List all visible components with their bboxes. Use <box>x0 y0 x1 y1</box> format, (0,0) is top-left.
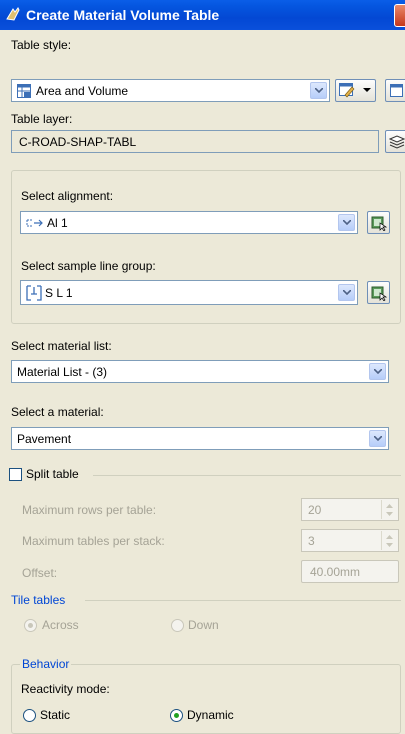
window-title: Create Material Volume Table <box>26 7 220 23</box>
behavior-groupbox <box>11 664 401 734</box>
title-bar: Create Material Volume Table <box>0 0 405 30</box>
split-table-checkbox[interactable] <box>9 468 22 481</box>
table-layer-field: C-ROAD-SHAP-TABL <box>11 130 379 153</box>
pick-from-drawing-icon <box>371 216 387 231</box>
max-tables-spinner[interactable]: 3 <box>301 529 399 552</box>
sample-line-group-pick-button[interactable] <box>367 281 390 304</box>
offset-value: 40.00mm <box>310 565 361 579</box>
offset-field[interactable]: 40.00mm <box>301 560 399 583</box>
static-label: Static <box>40 708 71 722</box>
table-layer-button[interactable] <box>385 130 405 153</box>
alignment-value: Al 1 <box>47 216 68 230</box>
material-value: Pavement <box>17 432 72 446</box>
max-rows-value: 20 <box>308 503 322 517</box>
behavior-label: Behavior <box>20 657 72 671</box>
split-table-separator <box>93 475 401 476</box>
spinner-arrows-icon[interactable] <box>381 500 397 519</box>
table-layer-value: C-ROAD-SHAP-TABL <box>19 135 137 149</box>
reactivity-mode-label: Reactivity mode: <box>21 682 110 696</box>
offset-label: Offset: <box>22 566 58 580</box>
max-tables-value: 3 <box>308 534 315 548</box>
max-rows-label: Maximum rows per table: <box>22 503 157 517</box>
sample-line-group-icon <box>26 285 42 301</box>
static-radio[interactable] <box>23 709 36 722</box>
alignment-pick-button[interactable] <box>367 211 390 234</box>
edit-style-icon <box>339 83 355 98</box>
chevron-down-icon[interactable] <box>338 214 355 231</box>
dynamic-radio[interactable] <box>170 709 183 722</box>
dynamic-label: Dynamic <box>187 708 234 722</box>
chevron-down-icon[interactable] <box>310 82 327 99</box>
material-label: Select a material: <box>11 405 104 419</box>
max-tables-label: Maximum tables per stack: <box>22 534 165 548</box>
sample-line-group-select[interactable]: S L 1 <box>20 280 358 305</box>
table-style-pick-button[interactable] <box>385 79 405 102</box>
alignment-label: Select alignment: <box>21 189 114 203</box>
alignment-icon <box>26 219 43 227</box>
tile-across-label: Across <box>42 618 79 632</box>
table-layer-label: Table layer: <box>11 112 73 126</box>
table-style-icon <box>17 84 31 98</box>
max-rows-spinner[interactable]: 20 <box>301 498 399 521</box>
tile-down-radio[interactable] <box>171 619 184 632</box>
table-style-dropdown[interactable]: Area and Volume <box>11 79 330 102</box>
alignment-select[interactable]: Al 1 <box>20 211 358 234</box>
tile-tables-separator <box>85 600 401 601</box>
layer-icon <box>389 135 405 149</box>
material-select[interactable]: Pavement <box>11 427 389 450</box>
table-style-label: Table style: <box>11 38 72 52</box>
tile-tables-label: Tile tables <box>11 593 66 607</box>
spinner-arrows-icon[interactable] <box>381 531 397 550</box>
table-style-value: Area and Volume <box>36 84 129 98</box>
material-list-label: Select material list: <box>11 339 112 353</box>
chevron-down-icon <box>363 88 371 92</box>
sample-line-group-value: S L 1 <box>45 286 73 300</box>
chevron-down-icon[interactable] <box>369 363 386 380</box>
civil3d-app-icon <box>6 7 20 21</box>
pick-from-drawing-icon <box>371 286 387 301</box>
table-style-view-icon <box>390 84 403 97</box>
material-list-select[interactable]: Material List - (3) <box>11 360 389 383</box>
chevron-down-icon[interactable] <box>369 430 386 447</box>
sample-line-group-label: Select sample line group: <box>21 259 156 273</box>
material-list-value: Material List - (3) <box>17 365 108 379</box>
tile-down-label: Down <box>188 618 219 632</box>
split-table-label: Split table <box>26 467 79 481</box>
chevron-down-icon[interactable] <box>338 284 355 301</box>
tile-across-radio[interactable] <box>24 619 37 632</box>
table-style-edit-button[interactable] <box>335 79 376 102</box>
close-icon[interactable] <box>394 4 405 27</box>
